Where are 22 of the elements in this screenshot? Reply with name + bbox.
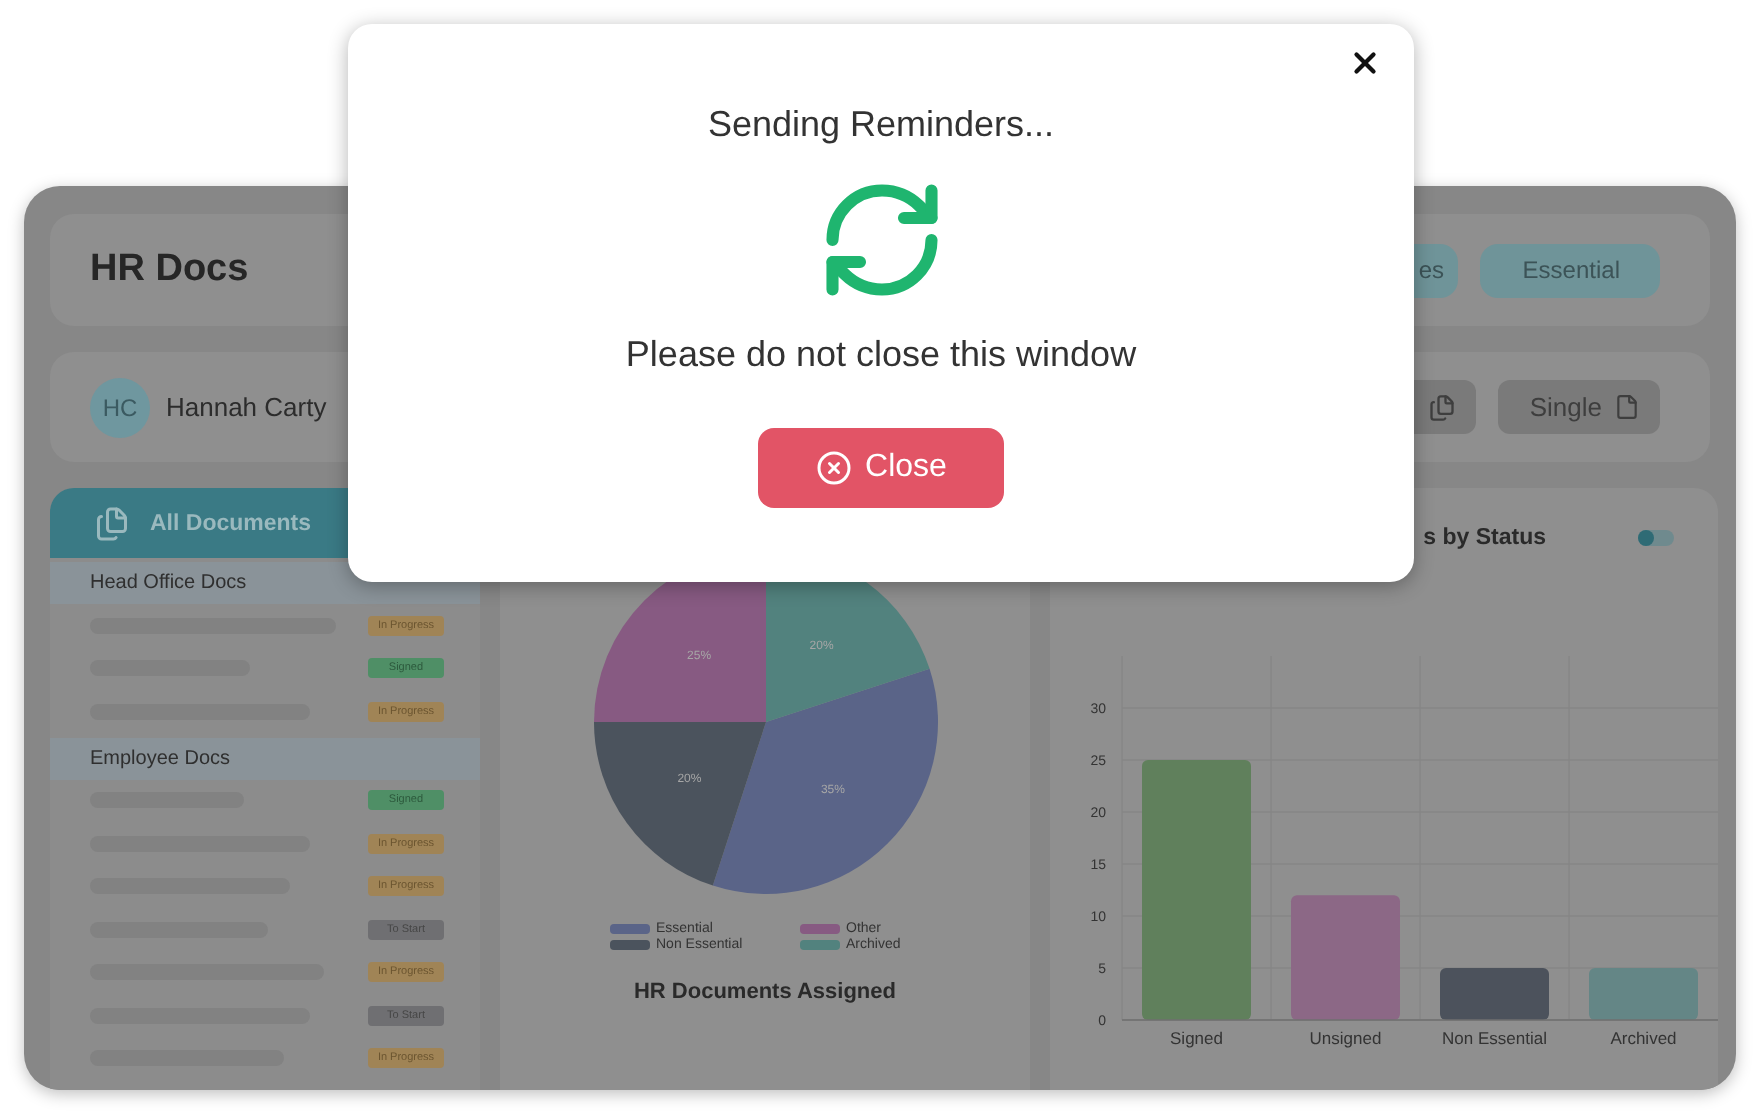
single-send-button[interactable]: Single xyxy=(1497,380,1660,434)
close-icon[interactable] xyxy=(1348,46,1382,80)
x-category-label: Signed xyxy=(1170,1028,1223,1048)
chart-caption: HR Documents Assigned xyxy=(633,980,896,1004)
page-title: HR Docs xyxy=(90,248,251,292)
chart-toggle[interactable] xyxy=(1638,530,1674,546)
dialog-message: Please do not close this window xyxy=(625,334,1137,376)
dialog-title: Sending Reminders... xyxy=(707,104,1055,146)
documents-icon xyxy=(94,505,130,541)
chart-title: s by Status xyxy=(1423,526,1546,550)
x-category-label: Unsigned xyxy=(1309,1028,1382,1048)
close-button[interactable]: Close xyxy=(758,428,1004,508)
filter-button[interactable]: Essential xyxy=(1480,243,1660,297)
documents-title: All Documents xyxy=(150,511,312,535)
copy-icon xyxy=(1427,393,1456,421)
file-icon xyxy=(1614,394,1640,420)
user-name: Hannah Carty xyxy=(166,392,329,422)
close-circle-icon xyxy=(815,450,852,486)
user-avatar: HC xyxy=(90,377,150,437)
x-category-label: Non Essential xyxy=(1442,1028,1547,1048)
x-category-label: Archived xyxy=(1610,1028,1677,1048)
group-header: Employee Docs xyxy=(50,737,480,779)
